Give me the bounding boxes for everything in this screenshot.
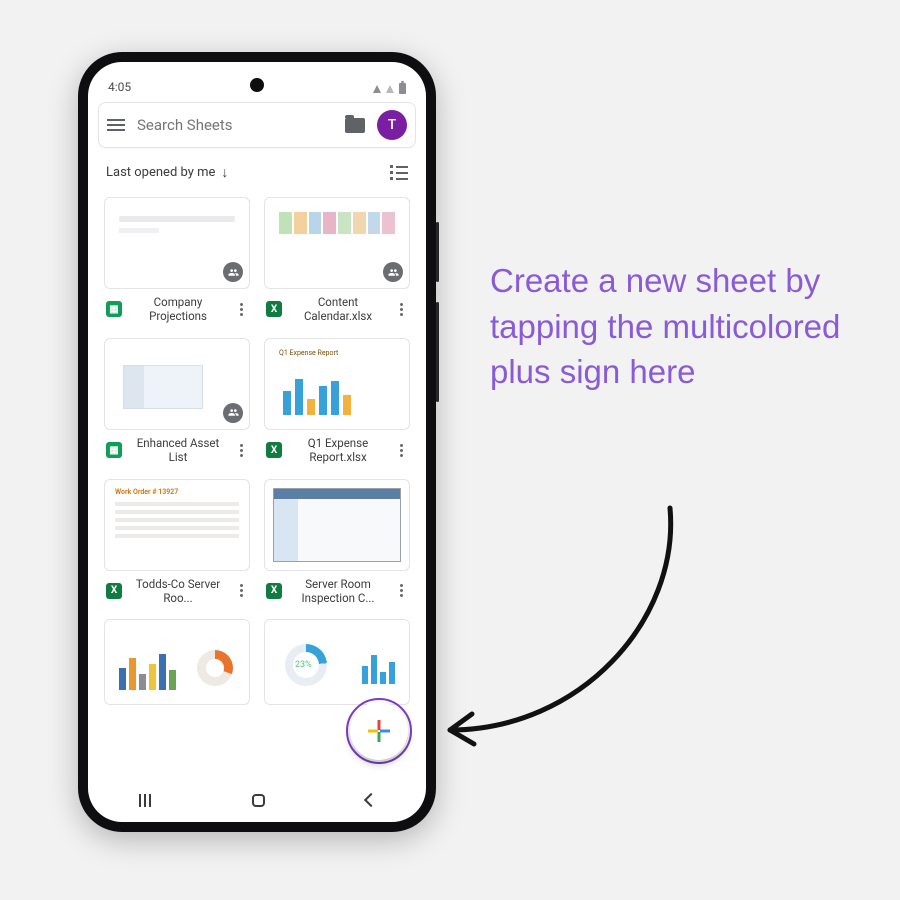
phone-side-button — [436, 302, 439, 402]
signal-icon — [386, 85, 394, 93]
annotation-callout: Create a new sheet by tapping the multic… — [490, 258, 870, 395]
more-options-icon[interactable] — [394, 583, 408, 599]
file-name: Content Calendar.xlsx — [288, 295, 388, 324]
account-avatar[interactable]: T — [377, 110, 407, 140]
file-card[interactable]: ▦ Enhanced Asset List — [104, 338, 250, 465]
excel-file-icon: X — [266, 583, 282, 599]
shared-badge-icon — [223, 403, 243, 423]
file-thumbnail — [264, 479, 410, 571]
shared-badge-icon — [223, 262, 243, 282]
sort-label: Last opened by me — [106, 165, 215, 180]
file-grid: ▦ Company Projections X Conte — [88, 191, 426, 705]
more-options-icon[interactable] — [394, 301, 408, 317]
file-thumbnail: 23% — [264, 619, 410, 705]
file-thumbnail: Q1 Expense Report — [264, 338, 410, 430]
file-card[interactable]: Q1 Expense Report X Q1 Expense Report.xl… — [264, 338, 410, 465]
folder-icon[interactable] — [345, 118, 365, 133]
file-thumbnail — [104, 197, 250, 289]
file-thumbnail — [264, 197, 410, 289]
search-bar[interactable]: Search Sheets T — [98, 102, 416, 148]
plus-icon — [368, 720, 390, 742]
file-card[interactable] — [104, 619, 250, 705]
status-time: 4:05 — [108, 80, 131, 94]
shared-badge-icon — [383, 262, 403, 282]
file-thumbnail — [104, 338, 250, 430]
file-name: Server Room Inspection C... — [288, 577, 388, 606]
search-placeholder[interactable]: Search Sheets — [137, 116, 333, 134]
file-name: Company Projections — [128, 295, 228, 324]
menu-icon[interactable] — [107, 119, 125, 131]
file-card[interactable]: ▦ Company Projections — [104, 197, 250, 324]
arrow-down-icon: ↓ — [221, 164, 228, 181]
phone-frame: 4:05 Search Sheets T Last opened by me ↓ — [78, 52, 436, 832]
more-options-icon[interactable] — [394, 442, 408, 458]
sheets-file-icon: ▦ — [106, 301, 122, 317]
excel-file-icon: X — [266, 442, 282, 458]
new-sheet-fab[interactable] — [350, 702, 408, 760]
file-card[interactable]: X Server Room Inspection C... — [264, 479, 410, 606]
nav-back-icon[interactable] — [363, 793, 377, 807]
signal-icon — [373, 85, 381, 93]
file-card[interactable]: X Content Calendar.xlsx — [264, 197, 410, 324]
file-thumbnail: Work Order # 13927 — [104, 479, 250, 571]
phone-side-button — [436, 222, 439, 282]
sheets-file-icon: ▦ — [106, 442, 122, 458]
nav-recent-icon[interactable] — [139, 794, 151, 807]
sort-row: Last opened by me ↓ — [88, 148, 426, 191]
nav-home-icon[interactable] — [252, 794, 265, 807]
sort-dropdown[interactable]: Last opened by me ↓ — [106, 164, 228, 181]
phone-screen: 4:05 Search Sheets T Last opened by me ↓ — [88, 62, 426, 822]
android-nav-bar — [88, 778, 426, 822]
front-camera — [250, 78, 264, 92]
status-icons — [373, 83, 406, 94]
file-name: Todds-Co Server Roo... — [128, 577, 228, 606]
avatar-initial: T — [388, 117, 397, 133]
annotation-arrow-icon — [430, 500, 700, 760]
excel-file-icon: X — [266, 301, 282, 317]
file-card[interactable]: Work Order # 13927 X Todds-Co Server Roo… — [104, 479, 250, 606]
more-options-icon[interactable] — [234, 583, 248, 599]
file-thumbnail — [104, 619, 250, 705]
more-options-icon[interactable] — [234, 301, 248, 317]
file-name: Q1 Expense Report.xlsx — [288, 436, 388, 465]
view-toggle-icon[interactable] — [390, 165, 408, 180]
more-options-icon[interactable] — [234, 442, 248, 458]
file-card[interactable]: 23% — [264, 619, 410, 705]
file-name: Enhanced Asset List — [128, 436, 228, 465]
thumb-percent: 23% — [295, 660, 312, 670]
battery-icon — [399, 83, 406, 94]
excel-file-icon: X — [106, 583, 122, 599]
